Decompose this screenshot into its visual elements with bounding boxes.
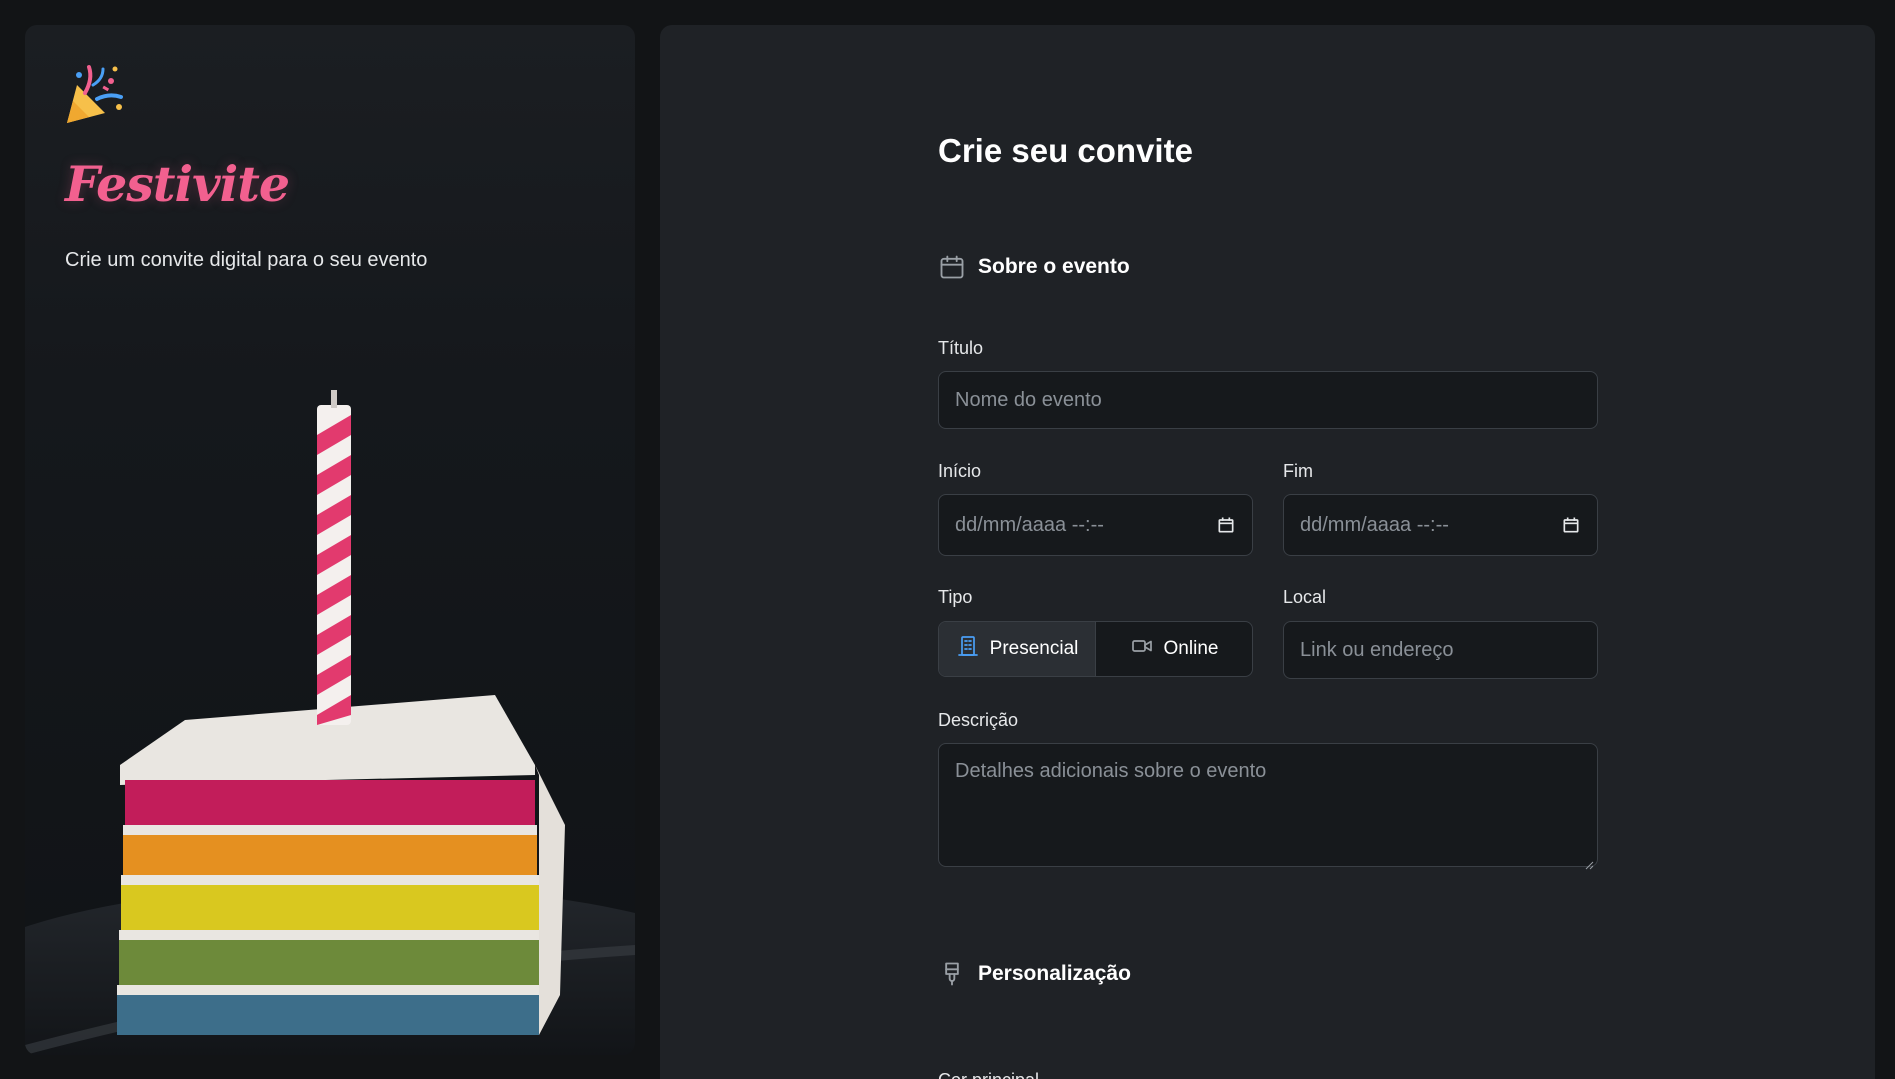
section-title-event: Sobre o evento (978, 255, 1130, 278)
description-textarea[interactable]: Detalhes adicionais sobre o evento (938, 743, 1598, 870)
end-label: Fim (1283, 461, 1313, 481)
description-placeholder: Detalhes adicionais sobre o evento (955, 760, 1267, 782)
party-popper-icon (63, 63, 127, 127)
title-input[interactable]: Nome do evento (938, 371, 1598, 429)
section-title-custom: Personalização (978, 962, 1131, 985)
cake-illustration (25, 390, 635, 1055)
type-option-presencial[interactable]: Presencial (939, 622, 1095, 676)
type-option-online[interactable]: Online (1096, 622, 1252, 676)
page-title: Crie seu convite (938, 132, 1193, 169)
main-color-label: Cor principal (938, 1070, 1039, 1079)
title-label: Título (938, 338, 984, 358)
type-option-label: Presencial (989, 638, 1079, 659)
paintbrush-icon (938, 960, 966, 988)
location-input[interactable]: Link ou endereço (1283, 621, 1598, 679)
resize-handle-icon[interactable] (1584, 853, 1594, 870)
type-toggle: Presencial Online (938, 621, 1253, 677)
building-icon (956, 634, 980, 664)
brand-panel: Festivite Crie um convite digital para o… (25, 25, 635, 1055)
form-panel: Crie seu convite Sobre o evento Título N… (660, 25, 1875, 1079)
start-label: Início (938, 461, 982, 481)
type-option-label: Online (1163, 638, 1219, 659)
brand-tagline: Crie um convite digital para o seu event… (65, 249, 428, 271)
description-label: Descrição (938, 710, 1019, 730)
end-datetime-input[interactable]: dd/mm/aaaa --:-- (1283, 494, 1598, 556)
section-header-event: Sobre o evento (938, 253, 1130, 281)
end-placeholder: dd/mm/aaaa --:-- (1300, 513, 1449, 536)
location-placeholder: Link ou endereço (1300, 638, 1454, 661)
start-placeholder: dd/mm/aaaa --:-- (955, 513, 1104, 536)
video-camera-icon (1130, 634, 1154, 664)
calendar-icon (938, 253, 966, 281)
type-label: Tipo (938, 587, 973, 607)
calendar-picker-icon[interactable] (1216, 515, 1236, 535)
title-placeholder: Nome do evento (955, 388, 1102, 411)
section-header-custom: Personalização (938, 960, 1131, 988)
location-label: Local (1283, 587, 1327, 607)
calendar-picker-icon[interactable] (1561, 515, 1581, 535)
start-datetime-input[interactable]: dd/mm/aaaa --:-- (938, 494, 1253, 556)
brand-name: Festivite (65, 155, 290, 213)
app-root: Festivite Crie um convite digital para o… (0, 0, 1895, 1079)
